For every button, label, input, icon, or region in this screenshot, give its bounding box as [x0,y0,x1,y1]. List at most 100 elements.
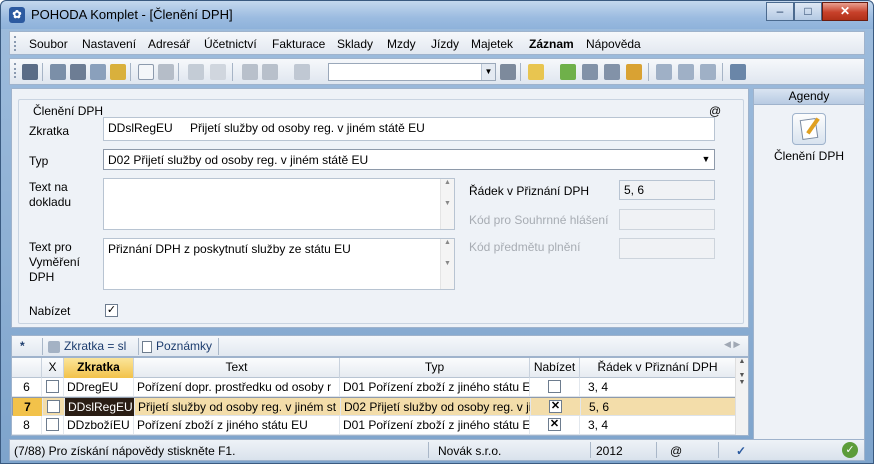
toolbar-separator [178,63,179,81]
cancel-icon[interactable] [262,64,278,80]
row-select-checkbox[interactable] [46,418,59,431]
zkratka-text: Přijetí služby od osoby reg. v jiném stá… [190,121,425,135]
status-ok-icon[interactable]: ✓ [842,442,858,458]
status-check-icon[interactable]: ✓ [736,444,746,458]
column-header-x[interactable]: X [42,358,64,378]
text-scrollbar[interactable]: ▲ ▼ [440,239,454,289]
menu-nastaveni[interactable]: Nastavení [82,37,136,51]
row-select-checkbox[interactable] [47,400,60,413]
print-preview-icon[interactable] [90,64,106,80]
table-row[interactable]: 6 DDregEU Pořízení dopr. prostředku od o… [12,378,736,397]
status-at-icon[interactable]: @ [670,444,682,458]
send-icon[interactable] [110,64,126,80]
tax-document-icon[interactable] [792,113,826,145]
cell-text: Pořízení dopr. prostředku od osoby r [134,378,340,396]
status-separator [590,442,591,458]
cell-nabizet-checkbox[interactable] [548,380,561,393]
maximize-button[interactable]: □ [794,2,822,21]
export-icon[interactable] [50,64,66,80]
tab-filter[interactable]: Zkratka = sl [64,339,126,353]
typ-select[interactable]: D02 Přijetí služby od osoby reg. v jiném… [103,149,715,170]
table-row[interactable]: 8 DDzbožíEU Pořízení zboží z jiného stát… [12,416,736,435]
cell-nabizet-checkbox[interactable]: ✕ [548,418,561,431]
new-record-icon[interactable] [138,64,154,80]
toolbar-grip-icon [14,63,17,78]
tools-icon[interactable] [730,64,746,80]
menu-mzdy[interactable]: Mzdy [387,37,416,51]
text-scrollbar[interactable]: ▲ ▼ [440,179,454,229]
list-icon[interactable] [678,64,694,80]
chevron-down-icon[interactable]: ▼ [481,64,495,80]
text-vymereni-field[interactable]: Přiznání DPH z poskytnutí služby ze stát… [103,238,455,290]
kod-souhrnne-label: Kód pro Souhrnné hlášení [469,213,609,227]
radek-label: Řádek v Přiznání DPH [469,184,590,198]
agenda-item-cleneni-dph[interactable]: Členění DPH [754,149,864,163]
copy-icon[interactable] [294,64,310,80]
menu-adresar[interactable]: Adresář [148,37,190,51]
document-icon[interactable] [700,64,716,80]
menu-zaznam[interactable]: Záznam [529,37,574,51]
nabizet-label: Nabízet [29,304,71,318]
column-header-text[interactable]: Text [134,358,340,378]
radek-field[interactable]: 5, 6 [619,180,715,200]
menu-napoveda[interactable]: Nápověda [586,37,641,51]
text-dokladu-label: Text na dokladu [29,180,72,209]
exit-icon[interactable] [22,64,38,80]
toolbar: ▼ [9,58,865,85]
message-icon[interactable] [656,64,672,80]
nabizet-checkbox[interactable]: ✓ [105,304,118,317]
menu-majetek[interactable]: Majetek [471,37,513,51]
filter-icon [48,341,60,353]
record-form: Členění DPH @ Zkratka DDslRegEU Přijetí … [11,88,749,328]
new-filter-tab[interactable]: * [20,339,25,353]
menu-sklady[interactable]: Sklady [337,37,373,51]
status-separator [718,442,719,458]
edit-icon[interactable] [158,64,174,80]
cell-zkratka: DDslRegEU [65,398,135,416]
agenda-panel: Agendy Členění DPH [753,88,865,442]
back-arrow-icon[interactable] [188,64,204,80]
cell-text: Přijetí služby od osoby reg. v jiném st [135,398,341,416]
minimize-button[interactable]: – [766,2,794,21]
text-vymereni-label: Text pro Vyměření DPH [29,240,80,284]
close-button[interactable]: ✕ [822,2,868,21]
menu-fakturace[interactable]: Fakturace [272,37,325,51]
coins-icon[interactable] [626,64,642,80]
menu-jizdy[interactable]: Jízdy [431,37,459,51]
table-icon[interactable] [604,64,620,80]
chevron-down-icon[interactable]: ▼ [699,151,713,167]
notes-icon [142,341,152,353]
column-header-nabizet[interactable]: Nabízet [530,358,580,378]
quick-search-combo[interactable]: ▼ [328,63,496,81]
column-header-num[interactable] [12,358,42,378]
status-separator [428,442,429,458]
status-company: Novák s.r.o. [438,444,502,458]
filter-icon[interactable] [500,64,516,80]
toolbar-separator [232,63,233,81]
kod-predmetu-field[interactable] [619,238,715,259]
forward-arrow-icon[interactable] [210,64,226,80]
text-dokladu-field[interactable]: ▲ ▼ [103,178,455,230]
menu-ucetnictvi[interactable]: Účetnictví [204,37,257,51]
calculator-icon[interactable] [582,64,598,80]
kod-souhrnne-field[interactable] [619,209,715,230]
pohoda-logo-icon: ✿ [9,7,25,23]
at-icon[interactable]: @ [709,104,721,118]
cell-radek: 3, 4 [580,378,736,396]
column-header-radek[interactable]: Řádek v Přiznání DPH [580,358,736,378]
save-icon[interactable] [242,64,258,80]
table-row-selected[interactable]: 7 DDslRegEU Přijetí služby od osoby reg.… [12,397,737,416]
column-header-typ[interactable]: Typ [340,358,530,378]
tab-scroll-arrows-icon[interactable]: ◀ ▶ [724,339,740,350]
row-select-checkbox[interactable] [46,380,59,393]
column-header-zkratka[interactable]: Zkratka [64,358,134,378]
zkratka-field[interactable]: DDslRegEU Přijetí služby od osoby reg. v… [103,117,715,141]
print-icon[interactable] [70,64,86,80]
cell-typ: D02 Přijetí služby od osoby reg. v ji [341,398,531,416]
tab-notes[interactable]: Poznámky [156,339,212,353]
money-icon[interactable] [560,64,576,80]
cell-nabizet-checkbox[interactable]: ✕ [549,400,562,413]
table-scrollbar[interactable]: ▲ ▼ ▼ [735,358,748,435]
menu-soubor[interactable]: Soubor [29,37,68,51]
folder-icon[interactable] [528,64,544,80]
